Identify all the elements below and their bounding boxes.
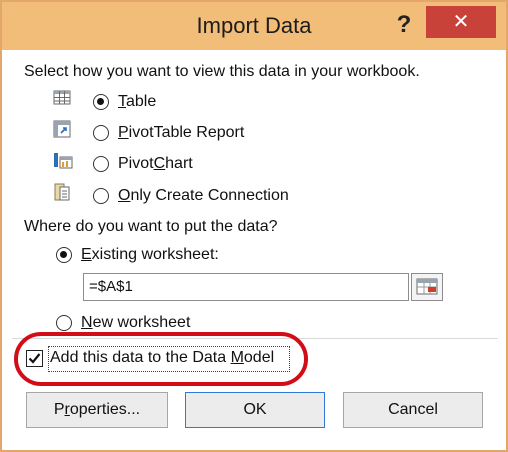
ok-button[interactable]: OK — [185, 392, 325, 428]
cancel-button[interactable]: Cancel — [343, 392, 483, 428]
import-data-dialog: Import Data ? ✕ Select how you want to v… — [0, 0, 508, 452]
range-selector-icon — [416, 278, 438, 295]
dialog-body: Select how you want to view this data in… — [8, 50, 500, 448]
pivottable-icon — [53, 120, 71, 138]
option-connection-label: Only Create Connection — [118, 187, 289, 204]
close-button[interactable]: ✕ — [426, 6, 496, 38]
range-selector-button[interactable] — [411, 273, 443, 301]
option-pivotchart-label: PivotChart — [118, 155, 193, 172]
view-prompt: Select how you want to view this data in… — [24, 63, 420, 80]
highlight-circle — [14, 332, 308, 386]
option-table-label: Table — [118, 93, 157, 110]
pivotchart-icon — [54, 153, 73, 169]
option-pivottable-label: PivotTable Report — [118, 124, 245, 141]
range-input[interactable]: =$A$1 — [83, 273, 409, 301]
location-prompt: Where do you want to put the data? — [24, 218, 278, 235]
radio-existing-worksheet[interactable] — [56, 247, 72, 263]
radio-only-connection[interactable] — [93, 188, 109, 204]
connection-icon — [54, 183, 70, 201]
help-button[interactable]: ? — [392, 8, 416, 42]
existing-worksheet-label: Existing worksheet: — [81, 246, 219, 263]
table-icon — [53, 90, 71, 105]
radio-new-worksheet[interactable] — [56, 315, 72, 331]
radio-pivotchart[interactable] — [93, 156, 109, 172]
radio-pivottable[interactable] — [93, 125, 109, 141]
radio-table[interactable] — [93, 94, 109, 110]
new-worksheet-label: New worksheet — [81, 314, 191, 331]
properties-button[interactable]: Properties... — [26, 392, 168, 428]
title-bar: Import Data ? ✕ — [2, 2, 506, 50]
